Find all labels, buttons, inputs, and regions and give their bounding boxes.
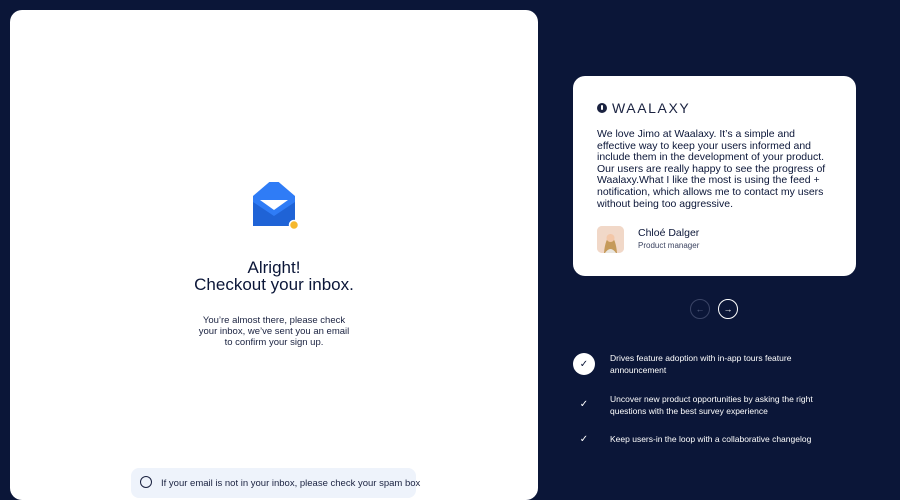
check-icon: ✓ [579, 398, 589, 410]
avatar [597, 226, 624, 253]
envelope-icon [253, 182, 300, 231]
waalaxy-logo-icon [597, 103, 607, 113]
carousel-prev-button[interactable]: ← [690, 299, 710, 319]
arrow-right-icon: → [723, 304, 733, 314]
signup-confirmation-panel: Alright! Checkout your inbox. You’re alm… [10, 10, 538, 500]
testimonial-quote: We love Jimo at Waalaxy. It’s a simple a… [597, 128, 826, 210]
brand-name: WAALAXY [612, 100, 691, 116]
author-name: Chloé Dalger [638, 227, 700, 239]
feature-text: Drives feature adoption with in-app tour… [610, 353, 792, 375]
confirmation-subtitle: You’re almost there, please check your i… [198, 315, 350, 348]
testimonial-card: WAALAXY We love Jimo at Waalaxy. It’s a … [573, 76, 856, 276]
carousel-next-button[interactable]: → [718, 299, 738, 319]
arrow-left-icon: ← [695, 304, 705, 314]
avatar-image [597, 226, 624, 253]
page-title-line-2: Checkout your inbox. [194, 275, 354, 294]
check-icon: ✓ [579, 433, 589, 445]
check-icon: ✓ [573, 353, 595, 375]
spam-notice: If your email is not in your inbox, plea… [131, 468, 420, 498]
brand-logo: WAALAXY [597, 100, 690, 116]
info-icon [140, 476, 152, 488]
feature-text: Uncover new product opportunities by ask… [610, 394, 813, 416]
author-role: Product manager [638, 241, 700, 250]
feature-text: Keep users-in the loop with a collaborat… [610, 434, 812, 444]
